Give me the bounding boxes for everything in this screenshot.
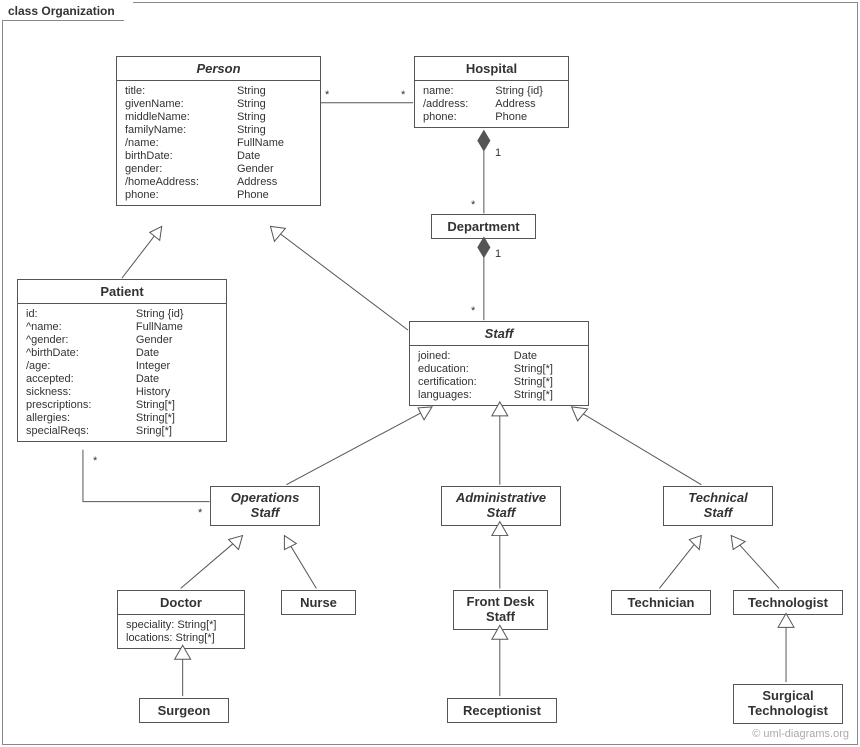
class-admin-staff: Administrative Staff [441, 486, 561, 526]
class-admin-staff-title: Administrative Staff [442, 487, 560, 525]
class-surgeon-title: Surgeon [140, 699, 228, 722]
class-doctor-attrs: speciality: String[*] locations: String[… [118, 615, 244, 648]
mult-person-hospital-right: * [401, 89, 405, 101]
class-technician-title: Technician [612, 591, 710, 614]
class-surgical-technologist-title: Surgical Technologist [734, 685, 842, 723]
class-technologist-title: Technologist [734, 591, 842, 614]
mult-patient-ops-top: * [93, 455, 97, 467]
mult-dept-staff-star: * [471, 305, 475, 317]
class-operations-staff-title: Operations Staff [211, 487, 319, 525]
class-surgical-technologist: Surgical Technologist [733, 684, 843, 724]
mult-hospital-dept-1: 1 [495, 147, 501, 159]
class-technical-staff: Technical Staff [663, 486, 773, 526]
frame-title: class Organization [2, 2, 134, 21]
class-receptionist-title: Receptionist [448, 699, 556, 722]
class-surgeon: Surgeon [139, 698, 229, 723]
class-nurse: Nurse [281, 590, 356, 615]
class-staff-title: Staff [410, 322, 588, 346]
class-patient-title: Patient [18, 280, 226, 304]
class-person-attrs: title:String givenName:String middleName… [117, 81, 320, 205]
class-hospital: Hospital name:String {id} /address:Addre… [414, 56, 569, 128]
diagram-frame: class Organization Person title:String g… [2, 2, 858, 745]
class-department-title: Department [432, 215, 535, 238]
class-department: Department [431, 214, 536, 239]
class-person: Person title:String givenName:String mid… [116, 56, 321, 206]
class-staff-attrs: joined:Date education:String[*] certific… [410, 346, 588, 405]
class-doctor: Doctor speciality: String[*] locations: … [117, 590, 245, 649]
class-technician: Technician [611, 590, 711, 615]
mult-dept-staff-1: 1 [495, 248, 501, 260]
class-patient: Patient id:String {id} ^name:FullName ^g… [17, 279, 227, 442]
class-technologist: Technologist [733, 590, 843, 615]
mult-patient-ops-bottom: * [198, 507, 202, 519]
class-operations-staff: Operations Staff [210, 486, 320, 526]
class-technical-staff-title: Technical Staff [664, 487, 772, 525]
class-front-desk-staff: Front Desk Staff [453, 590, 548, 630]
class-hospital-attrs: name:String {id} /address:Address phone:… [415, 81, 568, 127]
class-receptionist: Receptionist [447, 698, 557, 723]
watermark: © uml-diagrams.org [752, 728, 849, 740]
class-front-desk-staff-title: Front Desk Staff [454, 591, 547, 629]
class-hospital-title: Hospital [415, 57, 568, 81]
mult-hospital-dept-star: * [471, 199, 475, 211]
class-patient-attrs: id:String {id} ^name:FullName ^gender:Ge… [18, 304, 226, 441]
mult-person-hospital-left: * [325, 89, 329, 101]
class-person-title: Person [117, 57, 320, 81]
class-doctor-title: Doctor [118, 591, 244, 615]
class-staff: Staff joined:Date education:String[*] ce… [409, 321, 589, 406]
class-nurse-title: Nurse [282, 591, 355, 614]
